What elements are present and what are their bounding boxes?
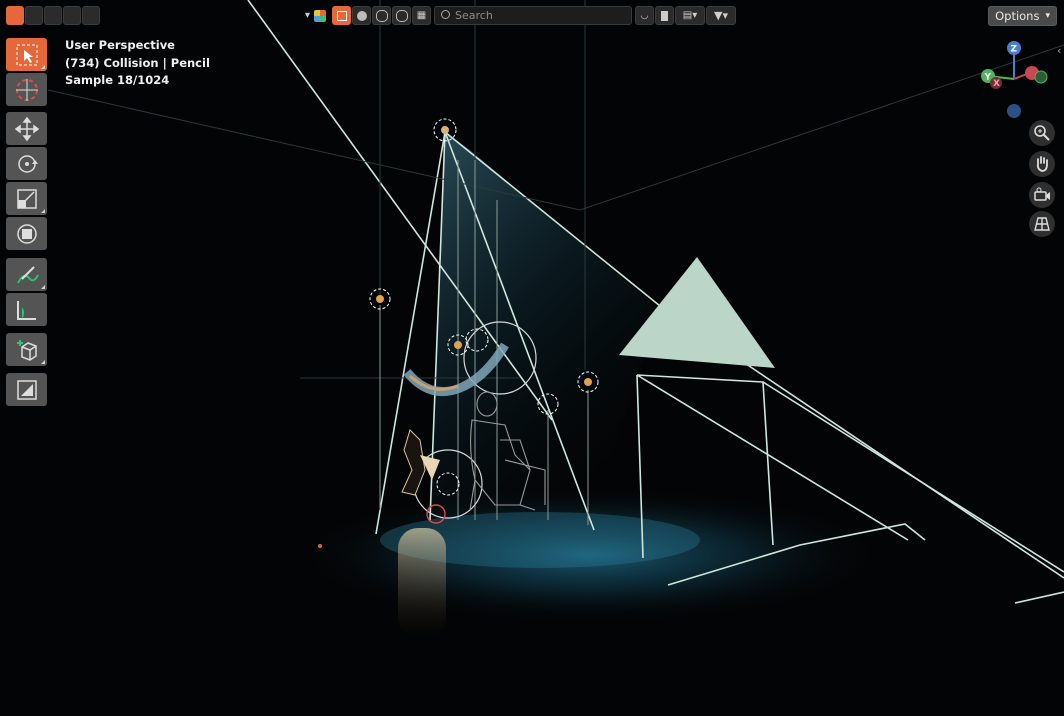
options-dropdown[interactable]: Options ▾ <box>988 6 1057 26</box>
scene-color-icon[interactable] <box>314 9 327 22</box>
sidebar-toggle-chevron[interactable]: ‹ <box>1057 44 1061 57</box>
filter-dropdown-button[interactable]: ◡ <box>635 6 655 25</box>
ruler-icon <box>16 300 36 320</box>
measure-tool[interactable] <box>6 293 47 326</box>
move-arrows-icon <box>14 116 39 141</box>
y-negative-handle[interactable] <box>1034 70 1048 84</box>
camera-icon <box>1034 187 1050 201</box>
zoom-button[interactable] <box>1029 120 1055 146</box>
pan-button[interactable] <box>1029 151 1055 177</box>
perspective-toggle-button[interactable] <box>1029 211 1055 237</box>
select-intersect-button[interactable] <box>82 6 100 25</box>
cursor-tool[interactable] <box>6 73 47 106</box>
display-mode-button[interactable]: ▤▾ <box>675 6 706 25</box>
add-cube-icon <box>16 339 37 361</box>
cursor-arrow-icon <box>16 44 37 65</box>
navigation-gizmo[interactable]: Z Y X <box>972 35 1064 125</box>
scale-icon <box>16 188 37 209</box>
select-subtract-button[interactable] <box>44 6 62 25</box>
filter-button[interactable]: ▼▾ <box>706 6 737 25</box>
extrude-tool[interactable] <box>6 373 47 406</box>
annotate-tool[interactable] <box>6 258 47 291</box>
bookmark-button[interactable] <box>655 6 675 25</box>
options-label: Options <box>995 9 1040 23</box>
x-axis-label: X <box>993 79 1000 89</box>
move-tool[interactable] <box>6 112 47 145</box>
viewport-header: ▾ ▦ Search ◡ ▤▾ ▼▾ <box>305 5 737 26</box>
object-type-visibility-button[interactable] <box>332 6 352 25</box>
search-input[interactable]: Search <box>434 6 633 25</box>
mesh-edit-button[interactable]: ▦ <box>412 6 432 25</box>
search-icon <box>441 10 451 19</box>
3d-viewport[interactable] <box>0 0 1064 716</box>
select-extend-button[interactable] <box>25 6 43 25</box>
rotate-icon <box>17 154 38 173</box>
select-invert-button[interactable] <box>63 6 81 25</box>
rotate-tool[interactable] <box>6 147 47 180</box>
render-progress-label: Sample 18/1024 <box>65 73 170 87</box>
transform-icon <box>16 223 37 244</box>
transform-tool[interactable] <box>6 217 47 250</box>
pencil-icon <box>16 265 39 283</box>
view-name-label: User Perspective <box>65 38 175 52</box>
3d-cursor-icon <box>15 78 38 101</box>
bookmark-icon <box>661 10 669 21</box>
viewport-shading-solid-button[interactable] <box>352 6 372 25</box>
lamp-reflection <box>398 528 446 638</box>
z-axis-label: Z <box>1011 45 1018 55</box>
z-negative-handle[interactable] <box>1007 104 1021 118</box>
viewport-info-overlay: User Perspective (734) Collision | Penci… <box>65 37 210 90</box>
spotlight-beam <box>430 132 660 520</box>
funnel-icon: ▼▾ <box>714 9 729 22</box>
object-info-label: (734) Collision | Pencil <box>65 55 210 70</box>
chevron-down-icon: ▾ <box>1045 11 1050 21</box>
select-box-tool[interactable] <box>6 38 47 71</box>
add-cube-tool[interactable] <box>6 333 47 366</box>
grid-icon <box>1034 217 1050 231</box>
select-new-button[interactable] <box>6 6 24 25</box>
zoom-icon <box>1034 125 1050 141</box>
extrude-icon <box>16 379 37 400</box>
hand-icon <box>1036 156 1048 172</box>
search-placeholder: Search <box>455 9 493 22</box>
chevron-down-icon[interactable]: ▾ <box>305 10 310 21</box>
y-axis-label: Y <box>984 73 992 83</box>
gizmo-button[interactable] <box>392 6 412 25</box>
camera-view-button[interactable] <box>1029 182 1055 208</box>
select-mode-group <box>6 5 100 26</box>
overlay-button[interactable] <box>372 6 392 25</box>
scale-tool[interactable] <box>6 182 47 215</box>
